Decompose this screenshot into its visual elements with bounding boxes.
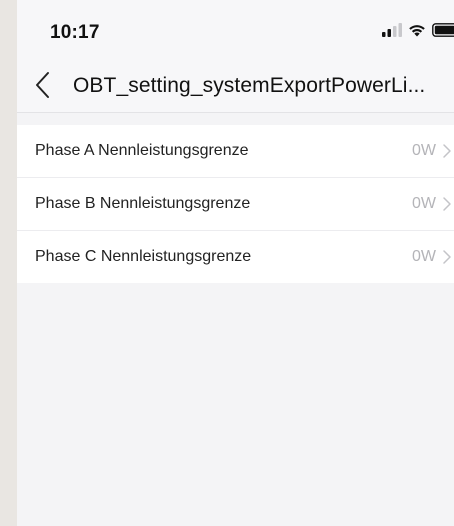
settings-list: Phase A Nennleistungsgrenze 0W Phase B N… — [17, 125, 454, 283]
setting-label: Phase B Nennleistungsgrenze — [35, 195, 251, 212]
setting-row-phase-c[interactable]: Phase C Nennleistungsgrenze 0W — [17, 231, 454, 283]
setting-value: 0W — [412, 248, 436, 265]
navigation-bar: OBT_setting_systemExportPowerLi... — [17, 60, 454, 113]
signal-icon — [382, 22, 402, 42]
back-button[interactable] — [31, 70, 57, 100]
chevron-right-icon — [442, 249, 452, 265]
setting-value: 0W — [412, 195, 436, 212]
chevron-left-icon — [31, 72, 57, 104]
status-time: 10:17 — [50, 22, 100, 43]
phone-screen: 10:17 OBT_setting_systemExportPowerLi...… — [17, 0, 454, 526]
setting-label: Phase C Nennleistungsgrenze — [35, 248, 252, 265]
setting-row-phase-a[interactable]: Phase A Nennleistungsgrenze 0W — [17, 125, 454, 178]
chevron-right-icon — [442, 196, 452, 212]
page-title: OBT_setting_systemExportPowerLi... — [73, 74, 426, 97]
setting-label: Phase A Nennleistungsgrenze — [35, 142, 249, 159]
setting-value: 0W — [412, 142, 436, 159]
wifi-icon — [408, 23, 426, 42]
setting-row-phase-b[interactable]: Phase B Nennleistungsgrenze 0W — [17, 178, 454, 231]
status-bar: 10:17 — [17, 0, 454, 60]
battery-icon — [432, 22, 454, 42]
chevron-right-icon — [442, 143, 452, 159]
status-icons — [382, 22, 454, 42]
